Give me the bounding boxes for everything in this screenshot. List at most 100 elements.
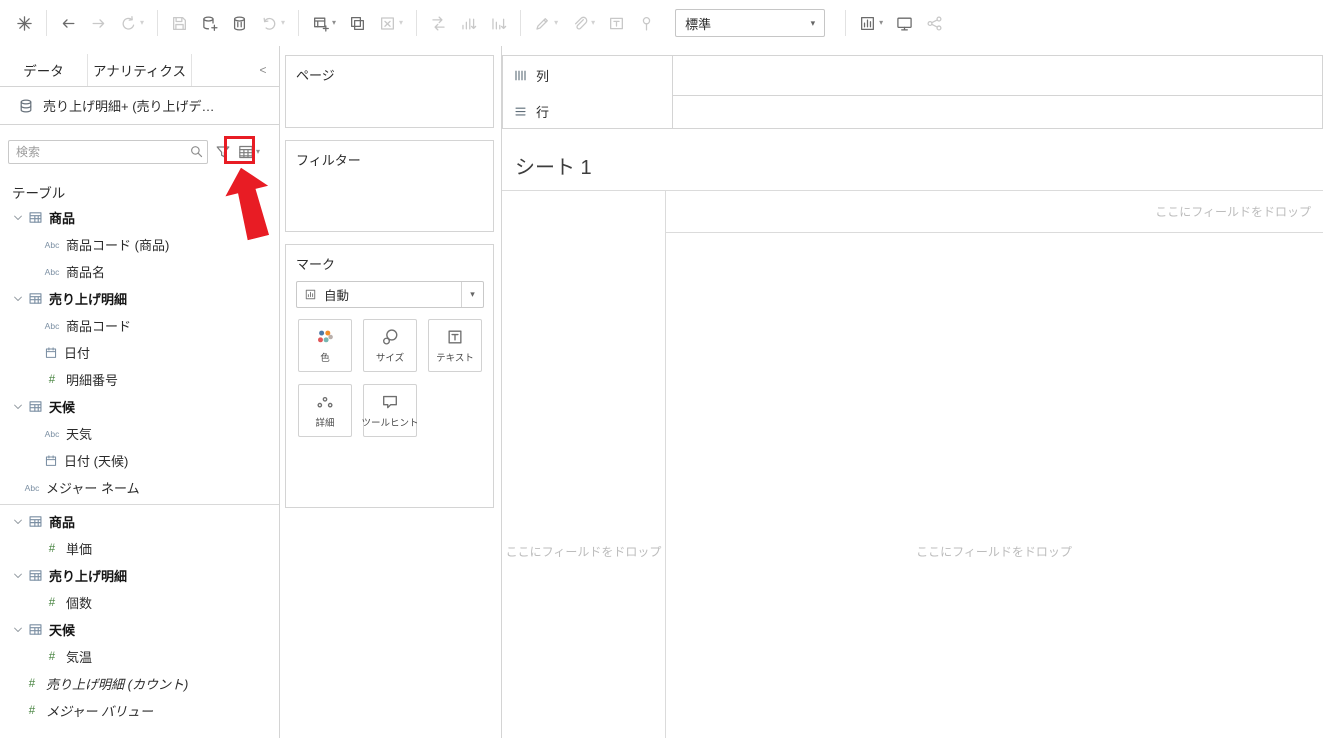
field-row[interactable]: # 単価 <box>0 535 279 562</box>
field-row[interactable]: 日付 (天候) <box>0 447 279 474</box>
rows-shelf-text: 行 <box>536 105 550 120</box>
sort-ascending-button[interactable] <box>460 15 477 32</box>
swap-rows-columns-button[interactable] <box>430 15 447 32</box>
show-hide-cards-button[interactable]: ▾ <box>859 15 883 32</box>
field-label: 日付 <box>64 346 91 361</box>
drop-hint-pane[interactable]: ここにフィールドをドロップ <box>665 543 1323 560</box>
presentation-mode-button[interactable] <box>896 15 913 32</box>
chevron-down-icon[interactable]: ▾ <box>461 282 483 307</box>
toolbar-separator <box>157 10 159 36</box>
columns-shelf: 列 <box>502 55 1323 96</box>
rows-shelf: 行 <box>502 95 1323 129</box>
measures-divider <box>0 504 279 505</box>
field-label: 明細番号 <box>66 373 119 388</box>
mark-type-selector[interactable]: 自動 ▾ <box>296 281 484 308</box>
text-button[interactable]: テキスト <box>428 319 482 372</box>
number-type-icon: # <box>48 542 56 555</box>
collapse-pane-button[interactable]: < <box>247 54 279 86</box>
chevron-down-icon[interactable] <box>12 570 24 582</box>
highlight-button[interactable]: ▾ <box>534 15 558 32</box>
chevron-down-icon: ▾ <box>140 18 145 27</box>
pages-shelf[interactable]: ページ <box>285 55 494 128</box>
table-row[interactable]: 天候 <box>0 616 279 643</box>
redo-button[interactable] <box>90 15 107 32</box>
toolbar-separator <box>298 10 300 36</box>
filters-shelf[interactable]: フィルター <box>285 140 494 232</box>
undo-button[interactable] <box>60 15 77 32</box>
chevron-down-icon[interactable] <box>12 624 24 636</box>
table-icon <box>28 568 43 583</box>
text-type-icon: Abc <box>24 482 40 493</box>
pause-updates-button[interactable] <box>231 15 248 32</box>
tab-analytics[interactable]: アナリティクス <box>88 54 192 86</box>
table-row[interactable]: 商品 <box>0 508 279 535</box>
toolbar-separator <box>46 10 47 36</box>
tooltip-marks-icon <box>381 393 399 411</box>
run-updates-button[interactable]: ▾ <box>261 15 285 32</box>
sort-descending-button[interactable] <box>490 15 507 32</box>
search-input[interactable] <box>8 140 208 164</box>
field-row[interactable]: 日付 <box>0 339 279 366</box>
field-row[interactable]: # 売り上げ明細 (カウント) <box>0 670 279 697</box>
table-row[interactable]: 売り上げ明細 <box>0 562 279 589</box>
field-row[interactable]: Abc 商品コード <box>0 312 279 339</box>
duplicate-button[interactable] <box>349 15 366 32</box>
chevron-down-icon: ▾ <box>281 18 286 27</box>
chevron-down-icon[interactable] <box>12 293 24 305</box>
number-type-icon: # <box>48 596 56 609</box>
field-row[interactable]: # 気温 <box>0 643 279 670</box>
tooltip-button[interactable]: ツールヒント <box>362 384 419 437</box>
chevron-down-icon: ▾ <box>810 17 816 28</box>
tableau-logo-icon <box>16 15 33 32</box>
rows-shelf-droparea[interactable] <box>673 95 1323 129</box>
datasource-row[interactable]: 売り上げ明細+ (売り上げデ… <box>0 87 279 125</box>
drop-hint-rows[interactable]: ここにフィールドをドロップ <box>502 543 665 560</box>
new-datasource-button[interactable] <box>201 15 218 32</box>
table-icon <box>28 514 43 529</box>
field-row[interactable]: Abc メジャー ネーム <box>0 474 279 501</box>
table-row[interactable]: 天候 <box>0 393 279 420</box>
rows-shelf-label: 行 <box>502 95 673 129</box>
tab-data[interactable]: データ <box>0 54 88 86</box>
filters-label: フィルター <box>296 153 361 168</box>
drop-hint-columns[interactable]: ここにフィールドをドロップ <box>1155 203 1311 220</box>
fix-axes-button[interactable] <box>638 15 655 32</box>
detail-button[interactable]: 詳細 <box>298 384 352 437</box>
field-row[interactable]: # メジャー バリュー <box>0 697 279 724</box>
replay-icon <box>120 15 137 32</box>
replay-button[interactable]: ▾ <box>120 15 144 32</box>
color-button[interactable]: 色 <box>298 319 352 372</box>
field-label: メジャー ネーム <box>46 481 140 496</box>
table-icon <box>28 622 43 637</box>
fit-selector[interactable]: 標準 ▾ <box>675 9 826 37</box>
chevron-down-icon[interactable] <box>12 212 24 224</box>
chevron-down-icon: ▾ <box>332 18 337 27</box>
field-label: 単価 <box>66 542 93 557</box>
mark-button-label: テキスト <box>436 352 474 364</box>
chevron-down-icon[interactable] <box>12 401 24 413</box>
chevron-down-icon[interactable] <box>12 516 24 528</box>
share-button[interactable] <box>926 15 943 32</box>
save-button[interactable] <box>171 15 188 32</box>
new-worksheet-button[interactable]: ▾ <box>312 15 336 32</box>
group-members-button[interactable]: ▾ <box>571 15 595 32</box>
columns-shelf-droparea[interactable] <box>673 55 1323 96</box>
field-label: 商品名 <box>66 265 106 280</box>
field-row[interactable]: Abc 商品名 <box>0 258 279 285</box>
field-row[interactable]: # 明細番号 <box>0 366 279 393</box>
field-row[interactable]: # 個数 <box>0 589 279 616</box>
field-row[interactable]: Abc 天気 <box>0 420 279 447</box>
mark-button-label: サイズ <box>375 352 405 364</box>
show-mark-labels-button[interactable] <box>608 15 625 32</box>
table-row[interactable]: 売り上げ明細 <box>0 285 279 312</box>
size-button[interactable]: サイズ <box>363 319 417 372</box>
tableau-logo-button[interactable] <box>16 15 33 32</box>
field-label: 個数 <box>66 596 93 611</box>
rows-shelf-icon <box>513 104 528 119</box>
pages-label: ページ <box>296 68 335 83</box>
show-mark-labels-icon <box>608 15 625 32</box>
field-label: 商品コード <box>66 319 132 334</box>
clear-sheet-button[interactable]: ▾ <box>379 15 403 32</box>
duplicate-icon <box>349 15 366 32</box>
new-worksheet-icon <box>312 15 329 32</box>
